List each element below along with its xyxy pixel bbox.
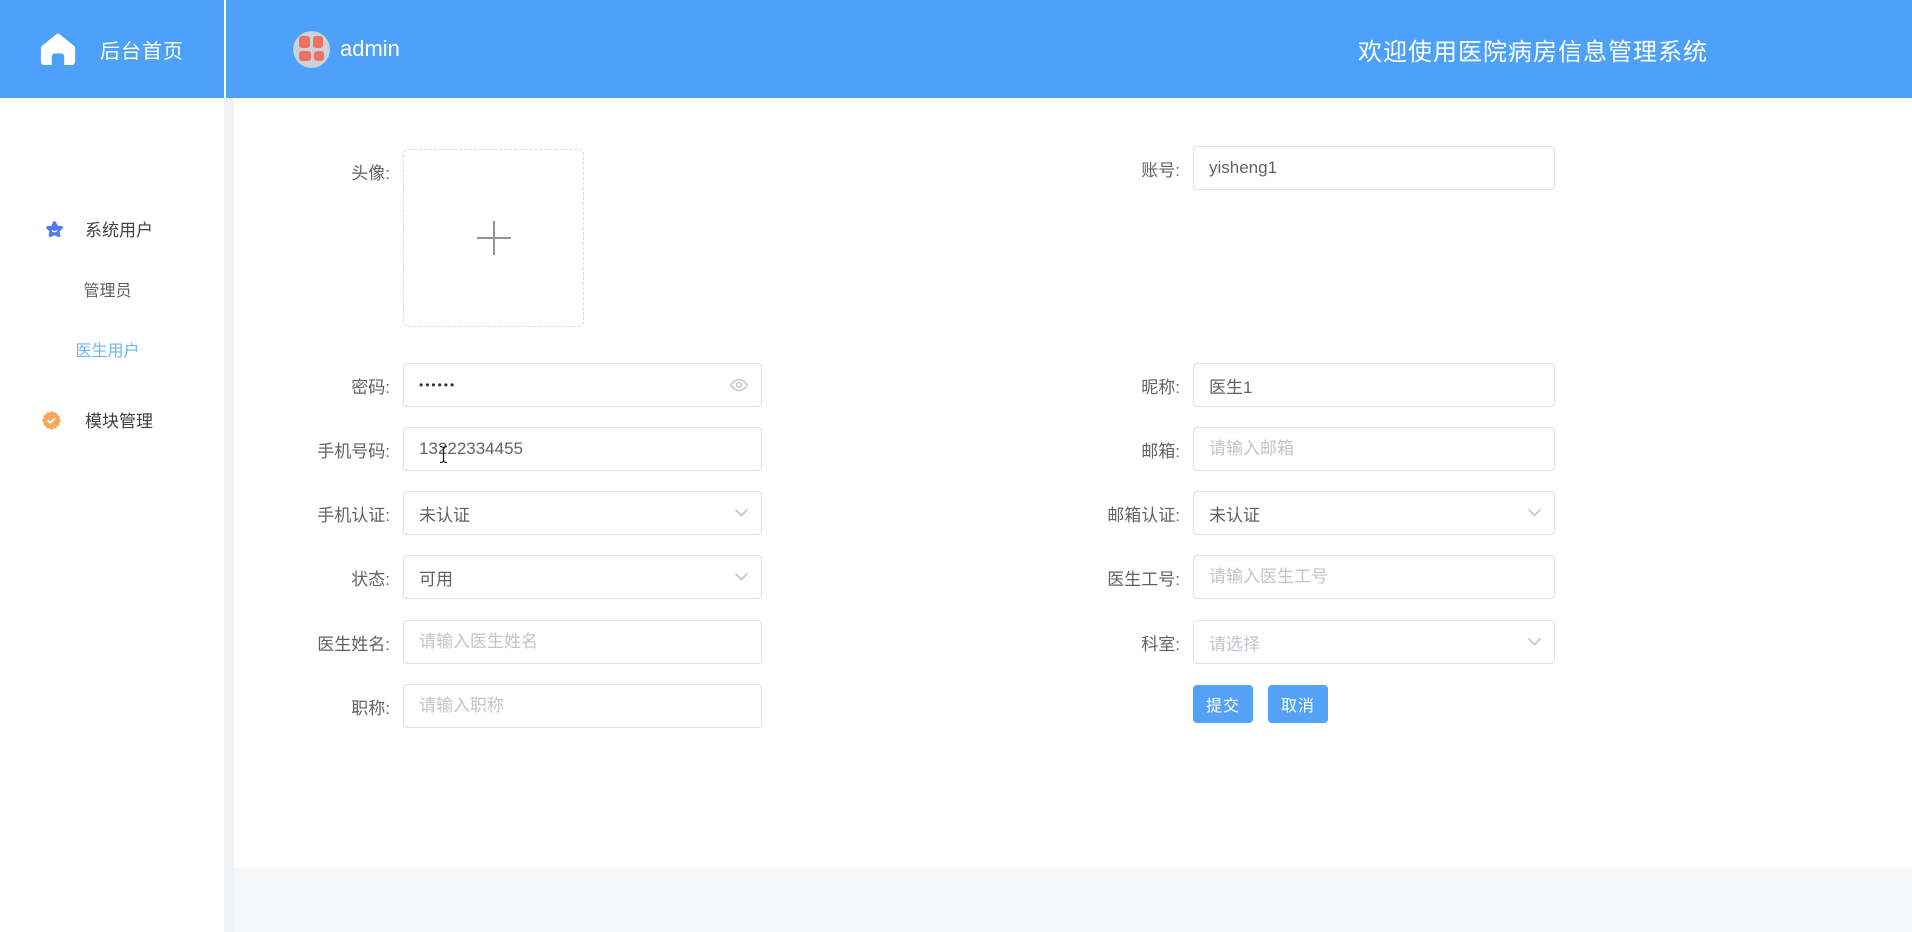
chevron-down-icon xyxy=(735,573,748,581)
field-nickname: 昵称: xyxy=(1020,363,1555,407)
eye-icon[interactable] xyxy=(729,378,749,392)
phone-verify-value: 未认证 xyxy=(419,505,470,525)
email-verify-label: 邮箱认证: xyxy=(1107,505,1180,525)
chevron-down-icon xyxy=(1528,509,1541,517)
avatar-upload-box[interactable] xyxy=(403,149,584,327)
account-input[interactable] xyxy=(1194,158,1554,178)
home-nav-label: 后台首页 xyxy=(100,40,184,63)
phone-input[interactable] xyxy=(404,439,761,459)
status-label: 状态: xyxy=(351,569,390,589)
department-label: 科室: xyxy=(1141,634,1180,654)
username[interactable]: admin xyxy=(340,36,400,62)
sidebar-item-admins[interactable]: 管理员 xyxy=(0,283,215,301)
phone-verify-select[interactable]: 未认证 xyxy=(403,491,762,535)
email-verify-value: 未认证 xyxy=(1209,505,1260,525)
sidebar-item-doctor-users[interactable]: 医生用户 xyxy=(0,343,215,361)
field-job-title: 职称: xyxy=(230,684,762,728)
doctor-name-input-box xyxy=(403,620,762,664)
status-select[interactable]: 可用 xyxy=(403,555,762,599)
job-title-input[interactable] xyxy=(404,696,761,716)
field-password: 密码: xyxy=(230,363,762,407)
field-email-verify: 邮箱认证: 未认证 xyxy=(1020,491,1555,535)
department-select[interactable]: 请选择 xyxy=(1193,620,1555,664)
badge-check-icon xyxy=(41,410,62,431)
cancel-button[interactable]: 取消 xyxy=(1268,685,1328,723)
phone-input-box xyxy=(403,427,762,471)
doctor-name-label: 医生姓名: xyxy=(317,634,390,654)
password-input-box xyxy=(403,363,762,407)
field-phone-verify: 手机认证: 未认证 xyxy=(230,491,762,535)
user-avatar[interactable] xyxy=(293,30,330,68)
plus-icon xyxy=(476,221,511,255)
text-cursor-icon xyxy=(438,445,449,464)
submit-button[interactable]: 提交 xyxy=(1193,685,1253,723)
field-phone: 手机号码: xyxy=(230,427,762,471)
account-input-box xyxy=(1193,146,1555,190)
email-input-box xyxy=(1193,427,1555,471)
doctor-id-input-box xyxy=(1193,555,1555,599)
password-input[interactable] xyxy=(404,378,761,392)
field-department: 科室: 请选择 xyxy=(1020,620,1555,664)
account-label: 账号: xyxy=(1141,160,1180,180)
phone-verify-label: 手机认证: xyxy=(317,505,390,525)
sidebar-item-system-users[interactable]: 系统用户 xyxy=(85,221,153,240)
sidebar-item-module-management[interactable]: 模块管理 xyxy=(85,412,153,431)
job-title-label: 职称: xyxy=(351,698,390,718)
home-icon xyxy=(38,31,78,67)
chevron-down-icon xyxy=(735,509,748,517)
password-label: 密码: xyxy=(351,377,390,397)
nickname-input-box xyxy=(1193,363,1555,407)
department-placeholder: 请选择 xyxy=(1209,634,1260,654)
home-nav[interactable]: 后台首页 xyxy=(0,0,224,98)
footer-strip xyxy=(234,868,1912,932)
doctor-id-label: 医生工号: xyxy=(1107,569,1180,589)
field-doctor-id: 医生工号: xyxy=(1020,555,1555,599)
chevron-down-icon xyxy=(1528,638,1541,646)
avatar-label: 头像: xyxy=(351,164,390,183)
field-avatar: 头像: xyxy=(230,149,584,327)
field-status: 状态: 可用 xyxy=(230,555,762,599)
phone-label: 手机号码: xyxy=(317,441,390,461)
email-verify-select[interactable]: 未认证 xyxy=(1193,491,1555,535)
status-value: 可用 xyxy=(419,569,453,589)
job-title-input-box xyxy=(403,684,762,728)
nickname-label: 昵称: xyxy=(1141,377,1180,397)
page-title: 欢迎使用医院病房信息管理系统 xyxy=(1358,38,1708,66)
doctor-id-input[interactable] xyxy=(1194,567,1554,587)
email-input[interactable] xyxy=(1194,439,1554,459)
star-icon xyxy=(45,220,64,239)
email-label: 邮箱: xyxy=(1141,441,1180,461)
field-account: 账号: xyxy=(1020,146,1555,190)
doctor-name-input[interactable] xyxy=(404,632,761,652)
nickname-input[interactable] xyxy=(1194,375,1554,395)
sidebar: 系统用户 管理员 医生用户 模块管理 xyxy=(0,98,224,932)
field-email: 邮箱: xyxy=(1020,427,1555,471)
field-doctor-name: 医生姓名: xyxy=(230,620,762,664)
app-window: 后台首页 admin 欢迎使用医院病房信息管理系统 系统用户 管理员 医生用户 … xyxy=(0,0,1912,932)
header-divider xyxy=(224,0,226,98)
